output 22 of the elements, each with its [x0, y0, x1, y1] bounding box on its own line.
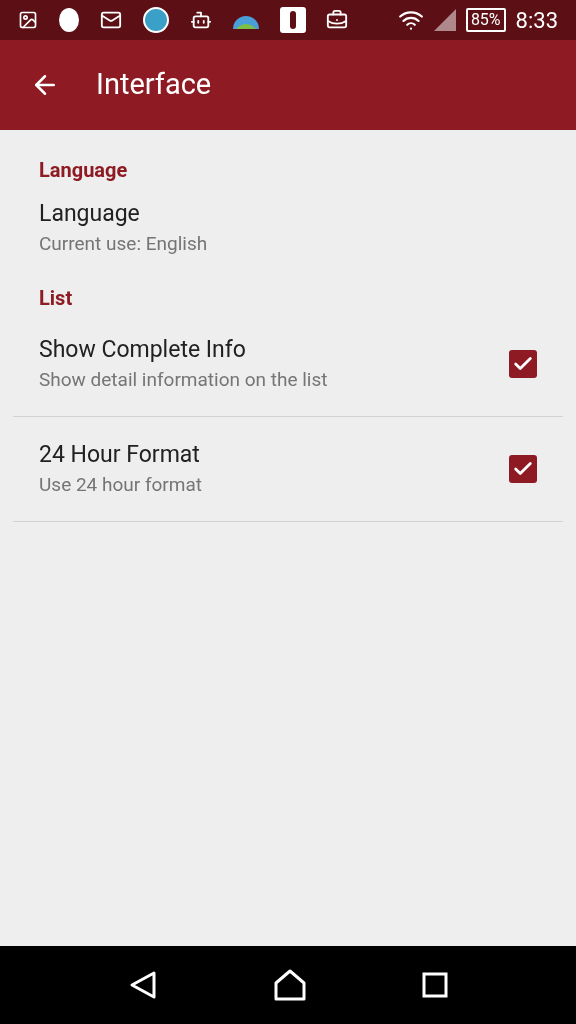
setting-title[interactable]: Language — [39, 198, 537, 230]
signal-icon — [433, 9, 456, 31]
briefcase-icon — [326, 9, 348, 31]
section-header: List — [38, 285, 74, 312]
checkbox[interactable] — [509, 350, 537, 378]
clock: 8:33 — [515, 6, 558, 35]
setting-title[interactable]: 24 Hour Format — [39, 439, 509, 471]
rectangle-icon — [280, 7, 306, 33]
recents-icon[interactable] — [422, 972, 449, 998]
setting-summary: Current use: English — [39, 231, 209, 257]
android-icon — [190, 9, 212, 31]
setting-summary: Show detail information on the list — [39, 367, 329, 393]
mail-icon — [100, 9, 122, 31]
image-icon — [18, 10, 38, 30]
section-header: Language — [38, 157, 129, 184]
setting-summary: Use 24 hour format — [39, 472, 203, 498]
home-icon[interactable] — [273, 969, 307, 1001]
setting-title[interactable]: Show Complete Info — [39, 334, 509, 366]
battery-indicator: 85% — [465, 8, 506, 32]
checkbox[interactable] — [509, 455, 537, 483]
page-title: Interface — [96, 66, 212, 104]
back-icon[interactable] — [127, 970, 158, 1000]
